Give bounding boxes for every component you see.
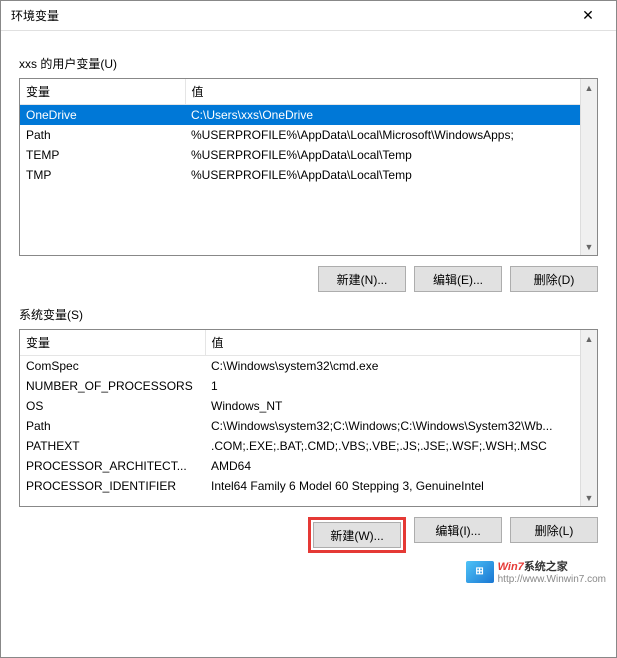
- var-value-cell: AMD64: [205, 456, 580, 476]
- system-buttons-row: 新建(W)... 编辑(I)... 删除(L): [19, 517, 598, 553]
- var-value-cell: %USERPROFILE%\AppData\Local\Temp: [185, 165, 580, 185]
- table-row[interactable]: PROCESSOR_ARCHITECT...AMD64: [20, 456, 580, 476]
- var-name-cell: PATHEXT: [20, 436, 205, 456]
- var-name-cell: PROCESSOR_ARCHITECT...: [20, 456, 205, 476]
- system-vars-table-box: 变量 值 ComSpecC:\Windows\system32\cmd.exeN…: [19, 329, 598, 507]
- var-name-cell: OS: [20, 396, 205, 416]
- user-edit-button[interactable]: 编辑(E)...: [414, 266, 502, 292]
- table-row[interactable]: OSWindows_NT: [20, 396, 580, 416]
- var-name-cell: NUMBER_OF_PROCESSORS: [20, 376, 205, 396]
- system-new-button[interactable]: 新建(W)...: [313, 522, 401, 548]
- system-vars-group: 系统变量(S) 变量 值 ComSpecC:\Windows\system32\…: [19, 306, 598, 553]
- table-row[interactable]: TMP%USERPROFILE%\AppData\Local\Temp: [20, 165, 580, 185]
- table-row[interactable]: OneDriveC:\Users\xxs\OneDrive: [20, 105, 580, 126]
- var-name-cell: Path: [20, 125, 185, 145]
- var-name-cell: ComSpec: [20, 356, 205, 377]
- scroll-down-icon[interactable]: ▼: [581, 489, 597, 506]
- window-title: 环境变量: [11, 7, 59, 24]
- table-row[interactable]: TEMP%USERPROFILE%\AppData\Local\Temp: [20, 145, 580, 165]
- var-value-cell: 1: [205, 376, 580, 396]
- col-var[interactable]: 变量: [20, 330, 205, 356]
- var-value-cell: %USERPROFILE%\AppData\Local\Temp: [185, 145, 580, 165]
- user-vars-label: xxs 的用户变量(U): [19, 55, 598, 72]
- col-var[interactable]: 变量: [20, 79, 185, 105]
- table-row[interactable]: PathC:\Windows\system32;C:\Windows;C:\Wi…: [20, 416, 580, 436]
- var-value-cell: %USERPROFILE%\AppData\Local\Microsoft\Wi…: [185, 125, 580, 145]
- var-name-cell: OneDrive: [20, 105, 185, 126]
- system-edit-button[interactable]: 编辑(I)...: [414, 517, 502, 543]
- user-delete-button[interactable]: 删除(D): [510, 266, 598, 292]
- scroll-up-icon[interactable]: ▲: [581, 330, 597, 347]
- user-vars-group: xxs 的用户变量(U) 变量 值 OneDriveC:\Users\xxs\O…: [19, 55, 598, 292]
- user-vars-table-box: 变量 值 OneDriveC:\Users\xxs\OneDrivePath%U…: [19, 78, 598, 256]
- var-name-cell: TEMP: [20, 145, 185, 165]
- dialog-content: xxs 的用户变量(U) 变量 值 OneDriveC:\Users\xxs\O…: [1, 31, 616, 579]
- scroll-down-icon[interactable]: ▼: [581, 238, 597, 255]
- user-vars-table[interactable]: 变量 值 OneDriveC:\Users\xxs\OneDrivePath%U…: [20, 79, 580, 185]
- system-scrollbar[interactable]: ▲ ▼: [580, 330, 597, 506]
- scroll-up-icon[interactable]: ▲: [581, 79, 597, 96]
- table-row[interactable]: NUMBER_OF_PROCESSORS1: [20, 376, 580, 396]
- system-delete-button[interactable]: 删除(L): [510, 517, 598, 543]
- var-name-cell: PROCESSOR_IDENTIFIER: [20, 476, 205, 496]
- system-vars-label: 系统变量(S): [19, 306, 598, 323]
- table-row[interactable]: PROCESSOR_IDENTIFIERIntel64 Family 6 Mod…: [20, 476, 580, 496]
- table-row[interactable]: Path%USERPROFILE%\AppData\Local\Microsof…: [20, 125, 580, 145]
- highlight-box: 新建(W)...: [308, 517, 406, 553]
- user-scrollbar[interactable]: ▲ ▼: [580, 79, 597, 255]
- close-icon: ✕: [582, 7, 594, 24]
- var-name-cell: Path: [20, 416, 205, 436]
- var-name-cell: TMP: [20, 165, 185, 185]
- user-new-button[interactable]: 新建(N)...: [318, 266, 406, 292]
- col-val[interactable]: 值: [185, 79, 580, 105]
- system-vars-table[interactable]: 变量 值 ComSpecC:\Windows\system32\cmd.exeN…: [20, 330, 580, 496]
- var-value-cell: C:\Users\xxs\OneDrive: [185, 105, 580, 126]
- var-value-cell: .COM;.EXE;.BAT;.CMD;.VBS;.VBE;.JS;.JSE;.…: [205, 436, 580, 456]
- table-row[interactable]: PATHEXT.COM;.EXE;.BAT;.CMD;.VBS;.VBE;.JS…: [20, 436, 580, 456]
- col-val[interactable]: 值: [205, 330, 580, 356]
- user-buttons-row: 新建(N)... 编辑(E)... 删除(D): [19, 266, 598, 292]
- var-value-cell: Windows_NT: [205, 396, 580, 416]
- table-row[interactable]: ComSpecC:\Windows\system32\cmd.exe: [20, 356, 580, 377]
- titlebar: 环境变量 ✕: [1, 1, 616, 31]
- bottom-row: ⊞ Win7系统之家 http://www.Winwin7.com: [1, 579, 616, 591]
- var-value-cell: C:\Windows\system32\cmd.exe: [205, 356, 580, 377]
- var-value-cell: Intel64 Family 6 Model 60 Stepping 3, Ge…: [205, 476, 580, 496]
- close-button[interactable]: ✕: [568, 2, 608, 30]
- var-value-cell: C:\Windows\system32;C:\Windows;C:\Window…: [205, 416, 580, 436]
